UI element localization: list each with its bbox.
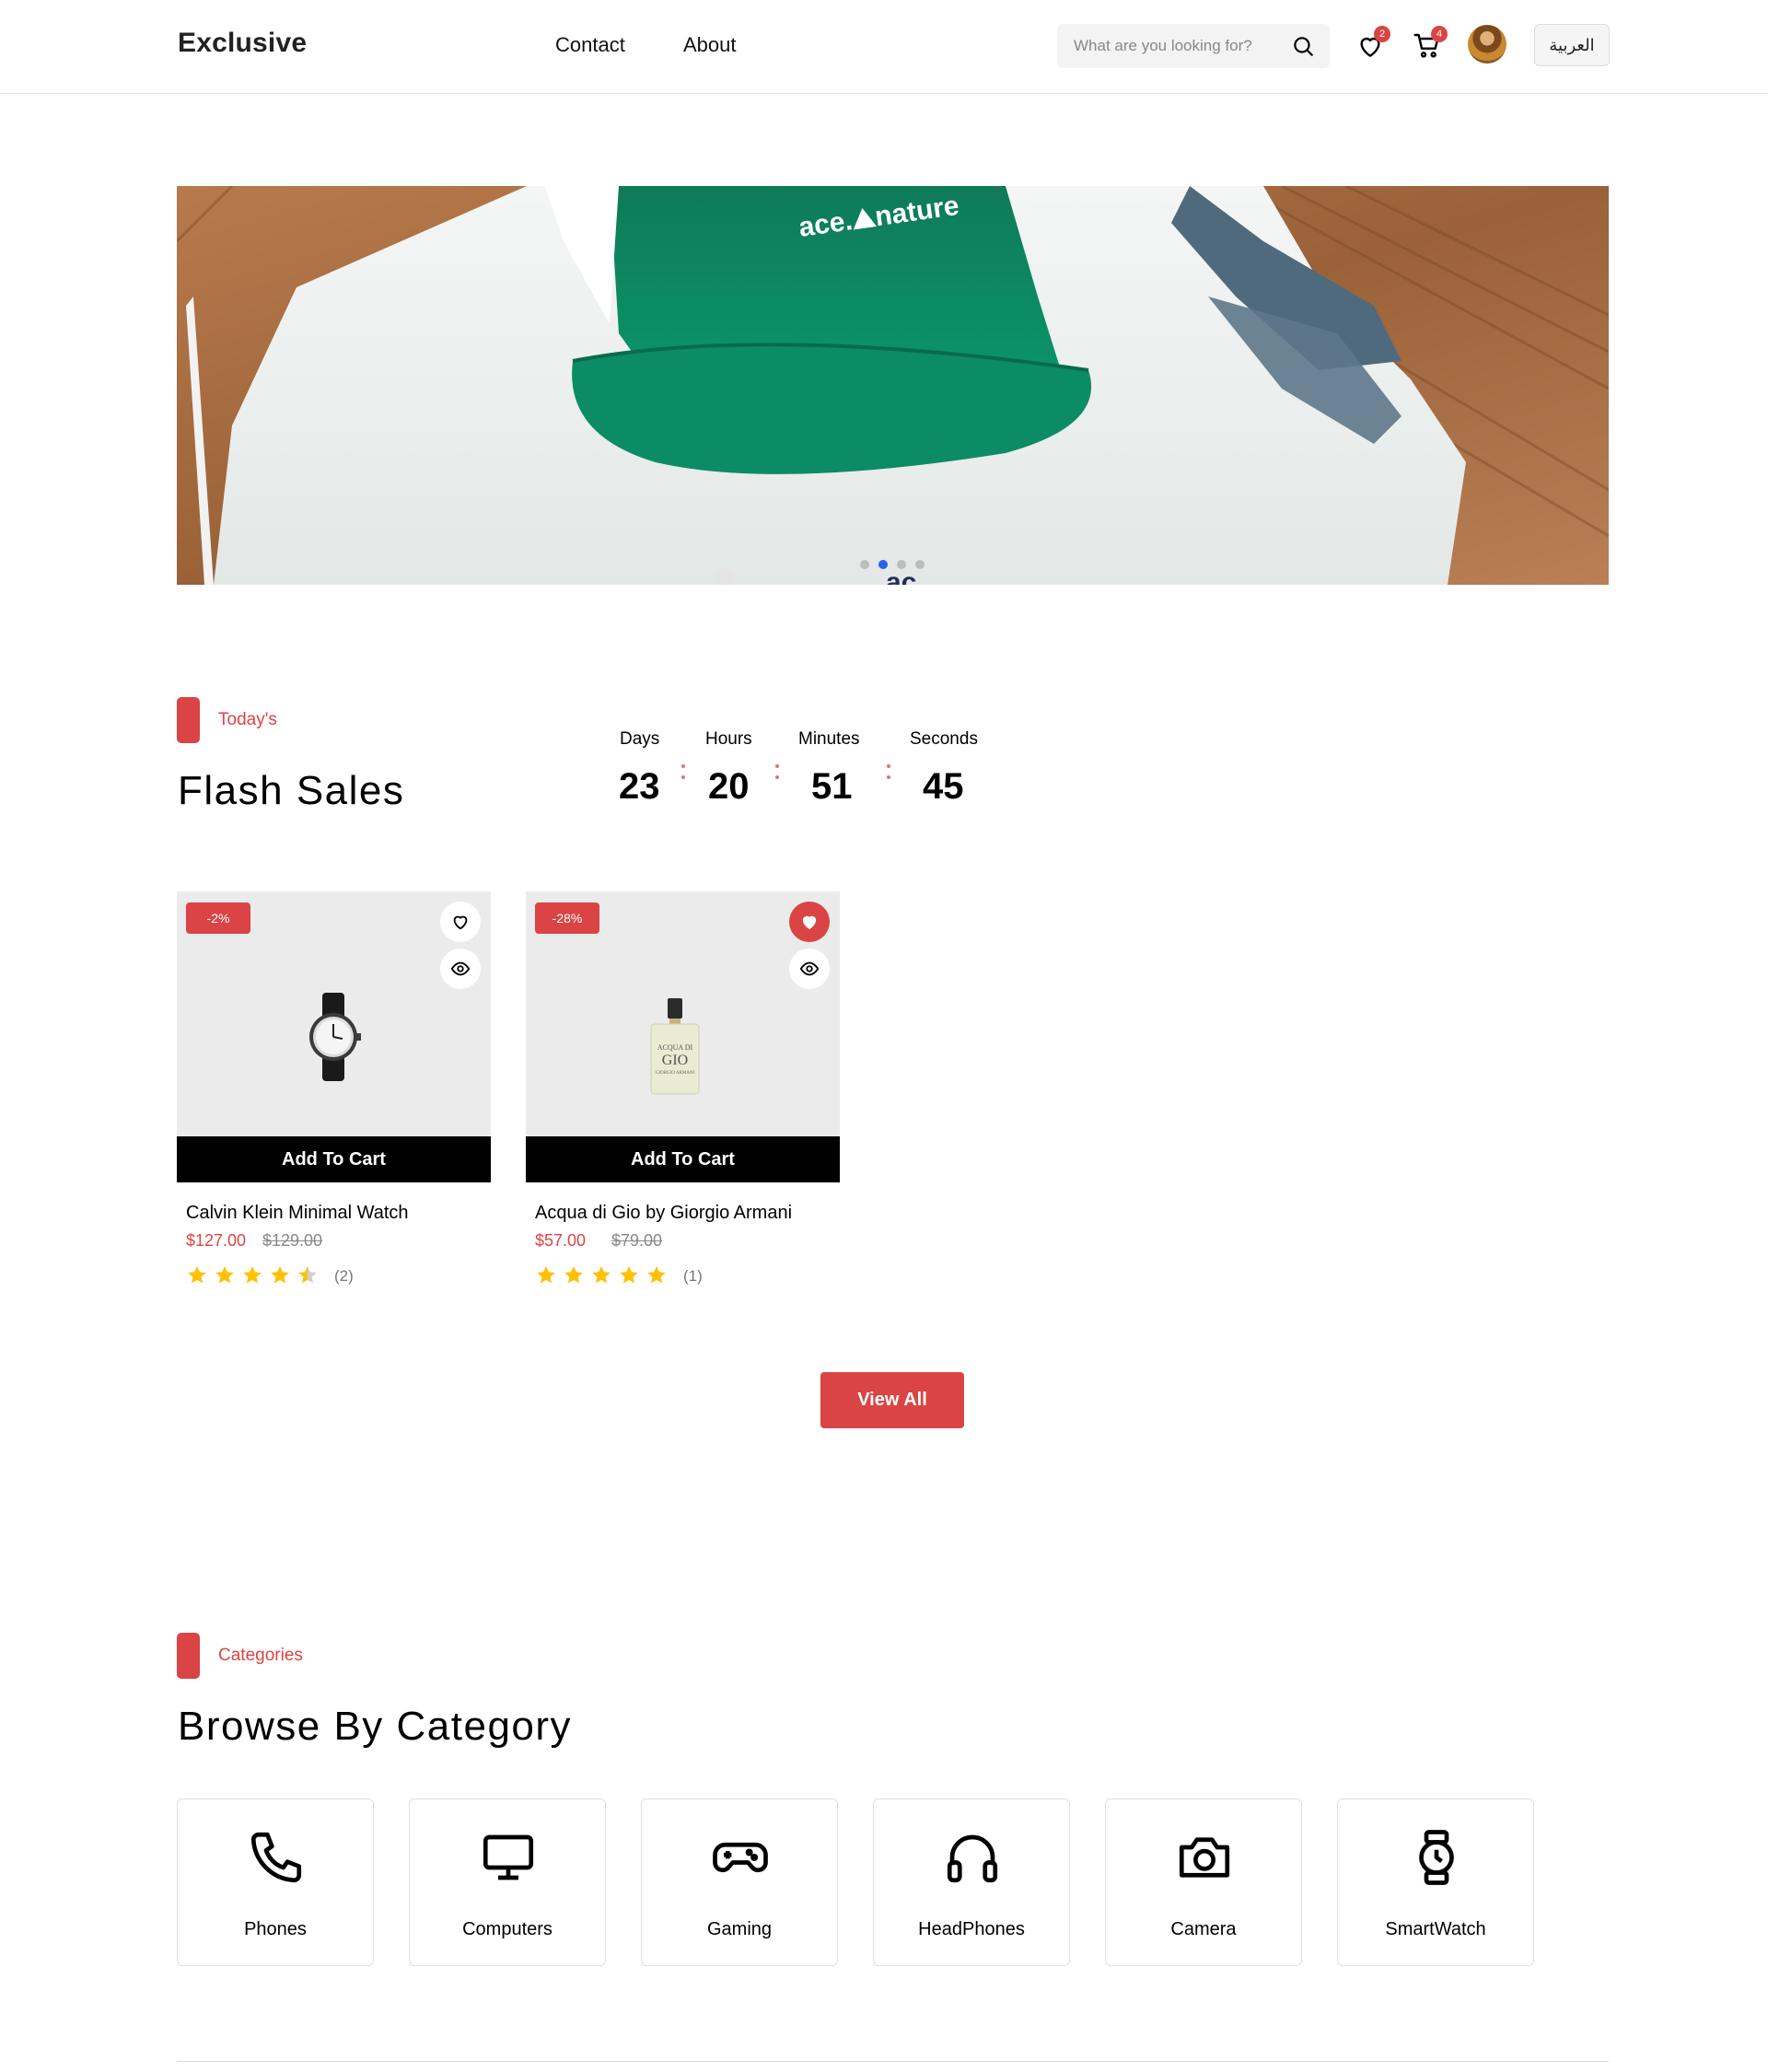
hero-image: ace.⛰nature ac (177, 186, 1609, 585)
countdown-separator (680, 764, 686, 783)
countdown-hours-label: Hours (705, 729, 752, 749)
nav-about-link[interactable]: About (683, 33, 737, 57)
search-input[interactable] (1074, 33, 1276, 59)
section-tag-bar (177, 1633, 200, 1679)
countdown-seconds-value: 45 (923, 766, 964, 807)
countdown-separator (886, 764, 891, 783)
section-tag-bar (177, 697, 200, 743)
category-smartwatch[interactable]: SmartWatch (1337, 1798, 1534, 1966)
category-label: HeadPhones (918, 1919, 1025, 1939)
rating-stars (535, 1264, 673, 1288)
nav-contact-link[interactable]: Contact (555, 33, 625, 57)
category-gaming[interactable]: Gaming (641, 1798, 838, 1966)
product-image-perfume: ACQUA DI GIO GIORGIO ARMANI (650, 998, 700, 1095)
star-icon (241, 1264, 269, 1288)
star-icon (618, 1264, 646, 1288)
eye-icon (450, 961, 471, 976)
categories-tag-label: Categories (218, 1646, 303, 1665)
heart-icon (453, 915, 468, 930)
discount-badge: -2% (186, 902, 250, 934)
quick-view-button[interactable] (440, 949, 481, 989)
hero-banner[interactable]: ace.⛰nature ac (177, 186, 1609, 585)
browse-by-category-title: Browse By Category (178, 1704, 573, 1749)
flash-sales-tag: Today's (177, 697, 453, 743)
cart-count-badge: 4 (1431, 26, 1448, 42)
product-old-price: $129.00 (262, 1231, 323, 1250)
product-price: $57.00 (535, 1231, 587, 1250)
star-icon (214, 1264, 241, 1288)
star-icon (563, 1264, 590, 1288)
headphones-icon (947, 1834, 998, 1883)
search-icon[interactable] (1291, 34, 1315, 58)
rating-stars (186, 1264, 324, 1288)
product-image-watch (309, 993, 361, 1081)
countdown-minutes-value: 51 (811, 766, 853, 807)
carousel-dot[interactable] (860, 560, 869, 569)
star-icon (297, 1264, 324, 1288)
star-icon (186, 1264, 214, 1288)
discount-badge: -28% (535, 902, 599, 934)
section-divider (177, 2061, 1609, 2062)
flash-sales-tag-label: Today's (218, 710, 277, 729)
site-header: Exclusive Contact About 2 4 العربية (0, 0, 1768, 94)
category-label: Computers (462, 1919, 552, 1939)
gamepad-icon (713, 1842, 768, 1873)
star-icon (590, 1264, 618, 1288)
carousel-dot-active[interactable] (878, 560, 888, 569)
user-avatar[interactable] (1468, 25, 1506, 64)
site-logo[interactable]: Exclusive (178, 28, 307, 59)
category-camera[interactable]: Camera (1105, 1798, 1302, 1966)
language-toggle-button[interactable]: العربية (1534, 24, 1610, 66)
star-icon (269, 1264, 297, 1288)
cart-button[interactable]: 4 (1411, 26, 1448, 63)
countdown-hours-value: 20 (708, 766, 750, 807)
category-label: Gaming (706, 1919, 773, 1939)
categories-tag: Categories (177, 1633, 453, 1679)
review-count: (1) (683, 1267, 703, 1285)
wishlist-button[interactable]: 2 (1354, 26, 1390, 63)
wishlist-count-badge: 2 (1374, 26, 1390, 42)
countdown-days-label: Days (620, 729, 660, 749)
countdown-minutes-label: Minutes (798, 729, 860, 749)
carousel-dot[interactable] (897, 560, 906, 569)
countdown-separator (774, 764, 780, 783)
category-label: Phones (244, 1919, 307, 1939)
add-to-cart-button[interactable]: Add To Cart (177, 1136, 491, 1182)
countdown-seconds-label: Seconds (910, 729, 978, 749)
flash-sales-title: Flash Sales (178, 768, 405, 813)
camera-icon (1179, 1837, 1230, 1878)
smartwatch-icon (1419, 1830, 1454, 1885)
svg-text:ACQUA DI: ACQUA DI (657, 1043, 693, 1052)
quick-view-button[interactable] (789, 949, 830, 989)
product-name[interactable]: Acqua di Gio by Giorgio Armani (535, 1203, 792, 1224)
category-headphones[interactable]: HeadPhones (873, 1798, 1070, 1966)
product-old-price: $79.00 (611, 1231, 663, 1250)
category-label: Camera (1170, 1919, 1237, 1939)
remove-from-wishlist-button[interactable] (789, 902, 830, 942)
eye-icon (799, 961, 820, 976)
star-icon (646, 1264, 673, 1288)
review-count: (2) (334, 1267, 354, 1285)
carousel-dot[interactable] (915, 560, 925, 569)
heart-filled-icon (802, 915, 817, 930)
product-price: $127.00 (186, 1231, 247, 1250)
hero-carousel-dots (177, 560, 1609, 571)
category-phones[interactable]: Phones (177, 1798, 374, 1966)
add-to-wishlist-button[interactable] (440, 902, 481, 942)
product-name[interactable]: Calvin Klein Minimal Watch (186, 1203, 409, 1224)
svg-text:GIORGIO ARMANI: GIORGIO ARMANI (656, 1071, 695, 1076)
star-icon (535, 1264, 563, 1288)
category-computers[interactable]: Computers (409, 1798, 606, 1966)
svg-text:GIO: GIO (662, 1053, 688, 1068)
computer-icon (483, 1834, 534, 1880)
search-box (1057, 24, 1330, 68)
countdown-days-value: 23 (619, 766, 660, 807)
add-to-cart-button[interactable]: Add To Cart (526, 1136, 840, 1182)
view-all-products-button[interactable]: View All (820, 1372, 964, 1428)
category-label: SmartWatch (1385, 1919, 1486, 1939)
phone-icon (250, 1832, 302, 1883)
